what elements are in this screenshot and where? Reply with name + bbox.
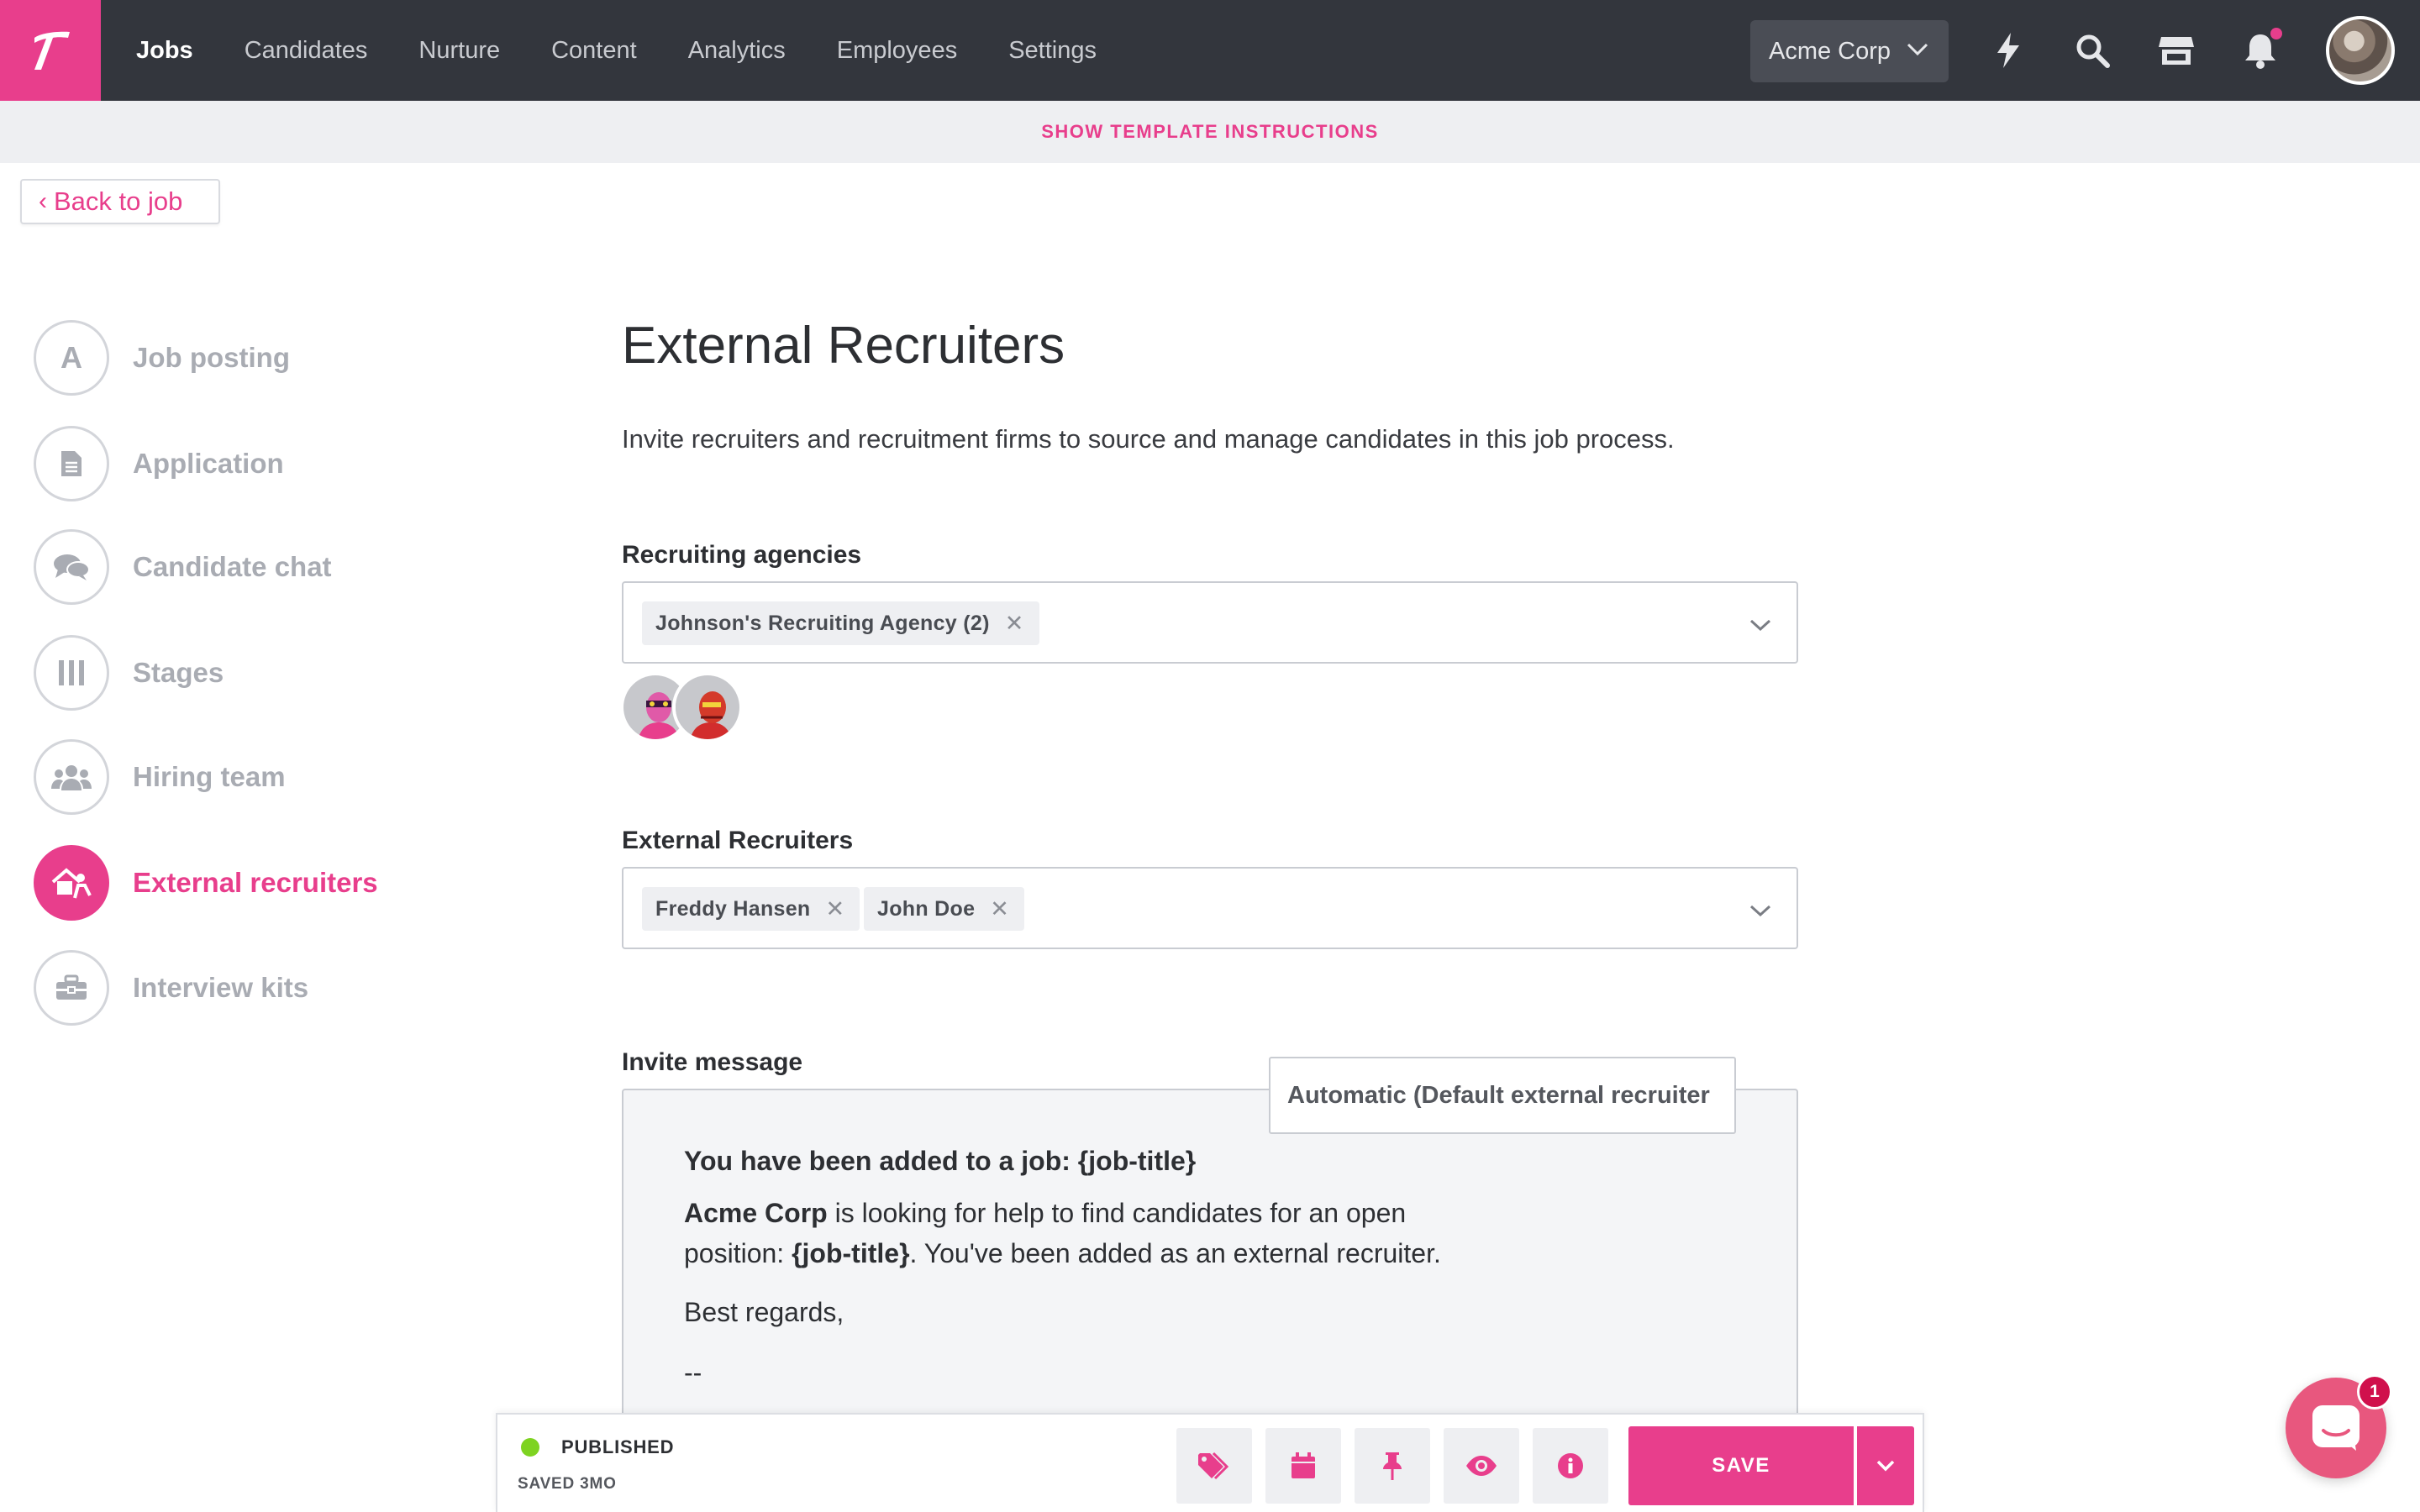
chip-label: John Doe — [877, 896, 976, 921]
remove-chip-icon[interactable]: ✕ — [1005, 611, 1024, 637]
back-to-job-button[interactable]: ‹ Back to job — [20, 179, 220, 224]
bottom-action-bar: PUBLISHED SAVED 3MO SAVE — [496, 1413, 1924, 1512]
letter-a-icon: A — [34, 320, 109, 396]
step-job-posting[interactable]: A Job posting — [34, 320, 290, 396]
chevron-down-icon[interactable] — [1749, 904, 1771, 917]
company-name: Acme Corp — [1769, 37, 1891, 65]
team-icon — [34, 739, 109, 815]
stages-columns-icon — [34, 635, 109, 711]
step-label: Application — [133, 448, 284, 479]
step-label: Candidate chat — [133, 551, 332, 582]
save-options-button[interactable] — [1857, 1426, 1914, 1505]
chat-icon — [2312, 1405, 2360, 1451]
nav-candidates[interactable]: Candidates — [245, 37, 368, 65]
step-external-recruiters[interactable]: External recruiters — [34, 845, 378, 921]
remove-chip-icon[interactable]: ✕ — [990, 896, 1009, 922]
step-label: Hiring team — [133, 761, 286, 792]
lightning-icon[interactable] — [1988, 30, 2028, 71]
job-title-token: {job-title} — [792, 1238, 910, 1268]
tag-icon[interactable] — [1176, 1428, 1252, 1504]
chat-bubbles-icon — [34, 529, 109, 605]
company-switcher[interactable]: Acme Corp — [1750, 20, 1949, 82]
chip-label: Johnson's Recruiting Agency (2) — [655, 611, 990, 635]
invite-message-paragraph: Acme Corp is looking for help to find ca… — [684, 1193, 1491, 1273]
eye-icon[interactable] — [1444, 1428, 1519, 1504]
chevron-left-icon: ‹ — [39, 187, 47, 215]
recruiter-chip: John Doe ✕ — [864, 887, 1025, 931]
invite-message-editor[interactable]: You have been added to a job: {job-title… — [622, 1089, 1798, 1441]
recruiting-agencies-label: Recruiting agencies — [622, 541, 862, 569]
saved-status: SAVED 3MO — [518, 1475, 617, 1493]
chat-unread-badge: 1 — [2357, 1374, 2392, 1410]
nav-employees[interactable]: Employees — [837, 37, 957, 65]
back-to-job-label: Back to job — [54, 186, 183, 216]
chevron-down-icon[interactable] — [1749, 618, 1771, 632]
store-icon[interactable] — [2156, 30, 2196, 71]
external-recruiters-select[interactable]: Freddy Hansen ✕ John Doe ✕ — [622, 867, 1798, 949]
remove-chip-icon[interactable]: ✕ — [826, 896, 845, 922]
search-icon[interactable] — [2072, 30, 2112, 71]
invite-message-title: You have been added to a job: {job-title… — [684, 1146, 1197, 1176]
show-template-instructions-link[interactable]: SHOW TEMPLATE INSTRUCTIONS — [1041, 121, 1379, 143]
calendar-icon[interactable] — [1265, 1428, 1341, 1504]
agency-chip: Johnson's Recruiting Agency (2) ✕ — [642, 601, 1039, 645]
chevron-down-icon — [1876, 1460, 1895, 1472]
page-title: External Recruiters — [622, 317, 1065, 375]
template-instructions-bar: SHOW TEMPLATE INSTRUCTIONS — [0, 101, 2420, 163]
template-select-value: Automatic (Default external recruiter — [1287, 1081, 1710, 1109]
main-nav-links: Jobs Candidates Nurture Content Analytic… — [136, 0, 1148, 101]
company-token: Acme Corp — [684, 1198, 828, 1228]
top-navigation-bar: Jobs Candidates Nurture Content Analytic… — [0, 0, 2420, 101]
message-signature: -- — [684, 1357, 702, 1388]
notification-dot — [2270, 28, 2282, 39]
message-template-select[interactable]: Automatic (Default external recruiter — [1269, 1057, 1736, 1134]
toolbox-icon — [34, 950, 109, 1026]
nav-settings[interactable]: Settings — [1008, 37, 1097, 65]
document-icon — [34, 426, 109, 501]
message-text: . You've been added as an external recru… — [909, 1238, 1441, 1268]
invite-message-label: Invite message — [622, 1048, 803, 1076]
nav-content[interactable]: Content — [551, 37, 637, 65]
nav-nurture[interactable]: Nurture — [418, 37, 500, 65]
published-status-dot — [521, 1438, 539, 1457]
external-recruiter-icon — [34, 845, 109, 921]
recruiter-avatar — [672, 672, 743, 743]
step-interview-kits[interactable]: Interview kits — [34, 950, 308, 1026]
step-label: External recruiters — [133, 867, 378, 898]
nav-jobs[interactable]: Jobs — [136, 37, 193, 65]
step-candidate-chat[interactable]: Candidate chat — [34, 529, 332, 605]
step-label: Stages — [133, 657, 224, 688]
user-avatar[interactable] — [2326, 16, 2395, 85]
step-label: Interview kits — [133, 972, 309, 1003]
recruiting-agencies-select[interactable]: Johnson's Recruiting Agency (2) ✕ — [622, 581, 1798, 664]
pin-icon[interactable] — [1355, 1428, 1430, 1504]
message-regards: Best regards, — [684, 1297, 844, 1327]
page-description: Invite recruiters and recruitment firms … — [622, 424, 1675, 454]
save-button[interactable]: SAVE — [1628, 1426, 1854, 1505]
chip-label: Freddy Hansen — [655, 896, 811, 921]
brand-logo-icon[interactable] — [0, 0, 101, 101]
step-label: Job posting — [133, 342, 290, 373]
step-stages[interactable]: Stages — [34, 635, 224, 711]
publish-status: PUBLISHED — [561, 1436, 675, 1457]
nav-analytics[interactable]: Analytics — [688, 37, 786, 65]
chevron-down-icon — [1907, 43, 1928, 56]
recruiter-chip: Freddy Hansen ✕ — [642, 887, 860, 931]
info-icon[interactable] — [1533, 1428, 1608, 1504]
step-hiring-team[interactable]: Hiring team — [34, 739, 286, 815]
step-application[interactable]: Application — [34, 426, 284, 501]
external-recruiters-label: External Recruiters — [622, 827, 854, 854]
